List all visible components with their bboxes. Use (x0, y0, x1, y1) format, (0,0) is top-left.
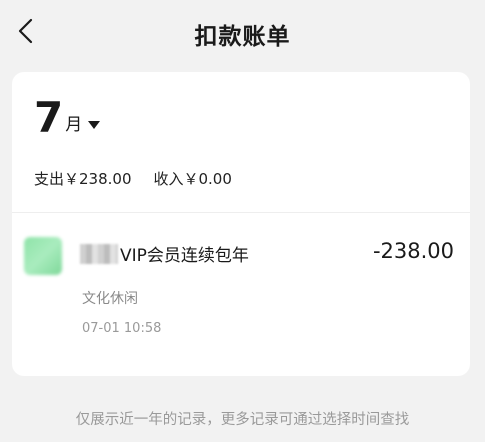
bill-card: 7 月 支出￥238.00 收入￥0.00 VIP会员连续包年 -238.00 文… (12, 72, 470, 376)
bill-item-time: 07-01 10:58 (82, 321, 162, 336)
month-summary: 支出￥238.00 收入￥0.00 (34, 168, 232, 189)
footnote: 仅展示近一年的记录，更多记录可通过选择时间查找 (75, 412, 410, 428)
redacted-mosaic (80, 244, 118, 264)
bill-list-item[interactable]: VIP会员连续包年 -238.00 文化休闲 07-01 10:58 (12, 213, 470, 353)
bill-item-amount: -238.00 (372, 239, 454, 263)
month-unit: 月 (65, 115, 83, 135)
caret-down-icon (88, 121, 101, 129)
income-total: 收入￥0.00 (153, 170, 232, 188)
month-selector[interactable]: 7 月 (34, 93, 101, 142)
page-title: 扣款账单 (194, 24, 291, 50)
bill-item-name: VIP会员连续包年 (80, 241, 249, 266)
expense-total: 支出￥238.00 (34, 170, 132, 188)
bill-item-category: 文化休闲 (82, 291, 138, 307)
navigation-bar: 扣款账单 (0, 0, 485, 62)
month-number: 7 (34, 93, 64, 142)
merchant-logo-icon (24, 237, 62, 275)
